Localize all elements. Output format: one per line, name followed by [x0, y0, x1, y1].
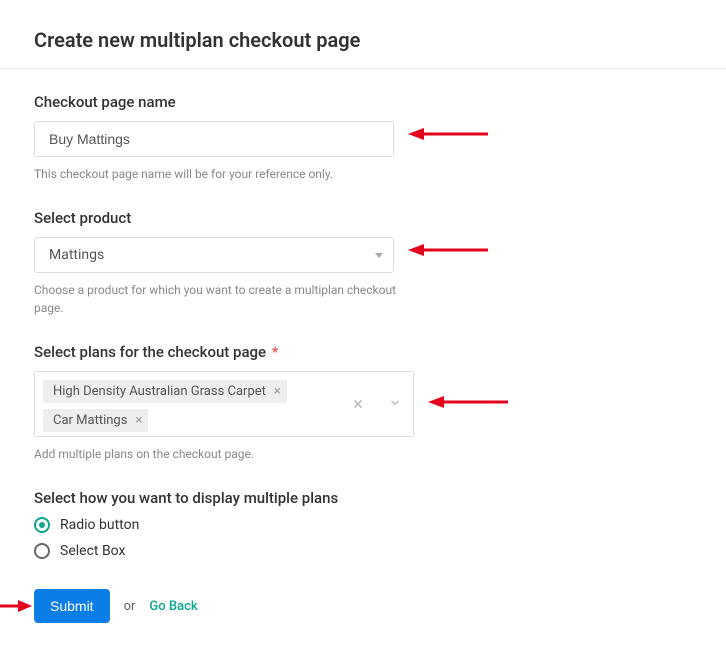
- field-display: Select how you want to display multiple …: [34, 489, 692, 559]
- tag-remove-icon[interactable]: ×: [274, 385, 281, 398]
- select-product-value: Mattings: [49, 247, 104, 263]
- tags-area: High Density Australian Grass Carpet × C…: [35, 372, 340, 436]
- radio-group-display: Radio button Select Box: [34, 517, 692, 559]
- select-product[interactable]: Mattings: [34, 237, 394, 273]
- field-plans: Select plans for the checkout page * Hig…: [34, 343, 692, 463]
- tag-remove-icon[interactable]: ×: [135, 414, 142, 427]
- label-page-name: Checkout page name: [34, 93, 692, 111]
- arrow-annotation: [402, 123, 492, 145]
- field-page-name: Checkout page name This checkout page na…: [34, 93, 692, 183]
- radio-option-radio-button[interactable]: Radio button: [34, 517, 692, 533]
- field-product: Select product Mattings Choose a product…: [34, 209, 692, 317]
- radio-icon: [34, 517, 50, 533]
- input-page-name[interactable]: [34, 121, 394, 157]
- help-page-name: This checkout page name will be for your…: [34, 165, 414, 183]
- tag-item: High Density Australian Grass Carpet ×: [43, 380, 287, 403]
- radio-icon: [34, 543, 50, 559]
- arrow-annotation: [422, 391, 512, 413]
- multiselect-controls: ×: [340, 372, 413, 436]
- divider: [0, 68, 726, 69]
- required-marker: *: [268, 343, 278, 361]
- arrow-annotation: [402, 239, 492, 261]
- radio-label: Select Box: [60, 543, 125, 559]
- multiselect-toggle[interactable]: [377, 395, 413, 414]
- label-display: Select how you want to display multiple …: [34, 489, 692, 507]
- arrow-annotation: [0, 595, 34, 617]
- multiselect-plans[interactable]: High Density Australian Grass Carpet × C…: [34, 371, 414, 437]
- help-product: Choose a product for which you want to c…: [34, 281, 414, 317]
- or-text: or: [124, 599, 136, 614]
- caret-down-icon: [375, 253, 383, 258]
- tag-item: Car Mattings ×: [43, 409, 148, 432]
- tag-label: High Density Australian Grass Carpet: [53, 384, 266, 399]
- go-back-link[interactable]: Go Back: [149, 599, 197, 614]
- submit-button[interactable]: Submit: [34, 589, 110, 623]
- label-plans-text: Select plans for the checkout page: [34, 343, 266, 361]
- tag-label: Car Mattings: [53, 413, 127, 428]
- radio-label: Radio button: [60, 517, 139, 533]
- page-title: Create new multiplan checkout page: [34, 28, 692, 52]
- label-plans: Select plans for the checkout page *: [34, 343, 692, 361]
- radio-option-select-box[interactable]: Select Box: [34, 543, 692, 559]
- chevron-down-icon: [388, 395, 402, 414]
- label-product: Select product: [34, 209, 692, 227]
- clear-all-icon[interactable]: ×: [340, 394, 376, 415]
- help-plans: Add multiple plans on the checkout page.: [34, 445, 414, 463]
- actions-row: Submit or Go Back: [34, 589, 692, 623]
